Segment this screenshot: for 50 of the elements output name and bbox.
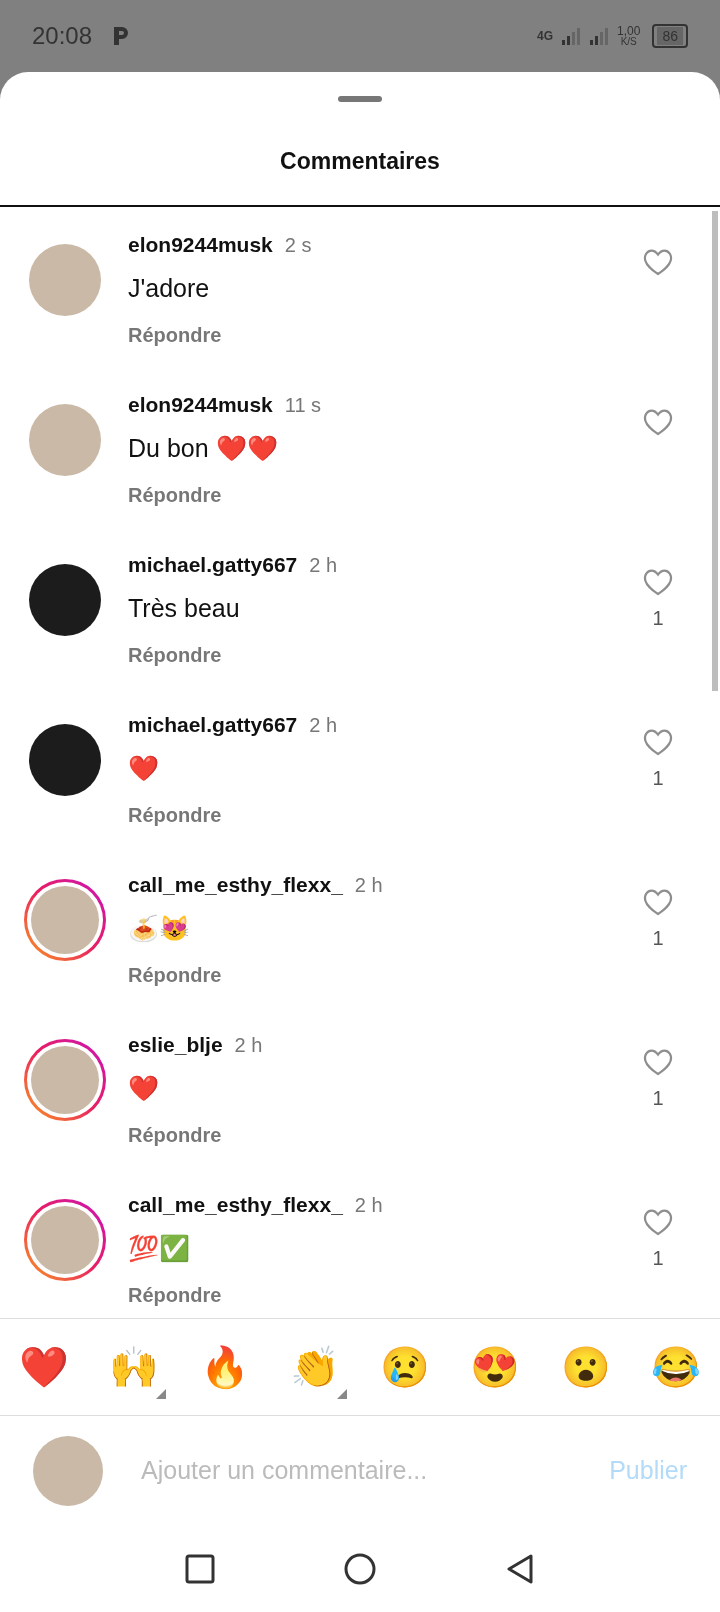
reply-link[interactable]: Répondre	[128, 639, 640, 670]
username[interactable]: call_me_esthy_flexx_	[128, 868, 343, 900]
variants-corner-icon	[336, 1389, 347, 1399]
emoji-reaction[interactable]: 🔥	[192, 1335, 257, 1399]
like-count: 1	[652, 605, 664, 631]
reply-link[interactable]: Répondre	[128, 1119, 640, 1150]
like-count: 1	[652, 925, 664, 951]
comment-text: ❤	[128, 1073, 160, 1104]
signal-icon	[561, 26, 582, 46]
reply-link[interactable]: Répondre	[128, 1279, 640, 1310]
like-count: 1	[652, 1085, 664, 1111]
sheet-title: Commentaires	[280, 147, 440, 176]
network-type: 4G	[537, 28, 554, 45]
reply-link[interactable]: Répondre	[128, 479, 640, 510]
signal-icon	[589, 26, 610, 46]
comment-time: 11 s	[284, 392, 322, 418]
parking-icon	[112, 25, 131, 47]
emoji-reaction[interactable]: ❤	[12, 1335, 76, 1399]
home-nav-icon[interactable]	[344, 1552, 376, 1585]
reply-link[interactable]: Répondre	[128, 959, 640, 990]
drag-handle[interactable]	[338, 96, 382, 102]
speed-value: 1,00	[617, 25, 641, 37]
comment-text: Très beau	[128, 593, 241, 624]
reply-link[interactable]: Répondre	[128, 319, 640, 350]
comment-input[interactable]: Ajouter un commentaire...	[141, 1451, 610, 1490]
username[interactable]: michael.gatty667	[128, 708, 298, 740]
comment-text: J'adore	[128, 273, 211, 304]
comment-text: Du bon ❤❤	[128, 433, 279, 464]
comment-time: 2 h	[354, 872, 383, 898]
comment-text: 🍝😻	[128, 913, 191, 944]
square-nav-icon[interactable]	[184, 1553, 215, 1584]
clock: 20:08	[32, 21, 93, 51]
username[interactable]: call_me_esthy_flexx_	[128, 1188, 343, 1220]
username[interactable]: elon9244musk	[128, 228, 273, 260]
comment-time: 2 h	[309, 712, 338, 738]
variants-corner-icon	[156, 1389, 167, 1399]
comment-time: 2 h	[234, 1032, 263, 1058]
like-count: 1	[652, 1245, 664, 1271]
username[interactable]: elon9244musk	[128, 388, 273, 420]
comment-time: 2 h	[309, 552, 338, 578]
like-count: 1	[652, 765, 664, 791]
speed-unit: K/S	[620, 37, 637, 47]
comment-time: 2 s	[284, 232, 312, 258]
comment-text: ❤	[128, 753, 160, 784]
username[interactable]: michael.gatty667	[128, 548, 298, 580]
reply-link[interactable]: Répondre	[128, 799, 640, 830]
back-nav-icon[interactable]	[505, 1552, 536, 1585]
comment-text: 💯✅	[128, 1233, 191, 1264]
comment-time: 2 h	[354, 1192, 383, 1218]
username[interactable]: eslie_blje	[128, 1028, 223, 1060]
